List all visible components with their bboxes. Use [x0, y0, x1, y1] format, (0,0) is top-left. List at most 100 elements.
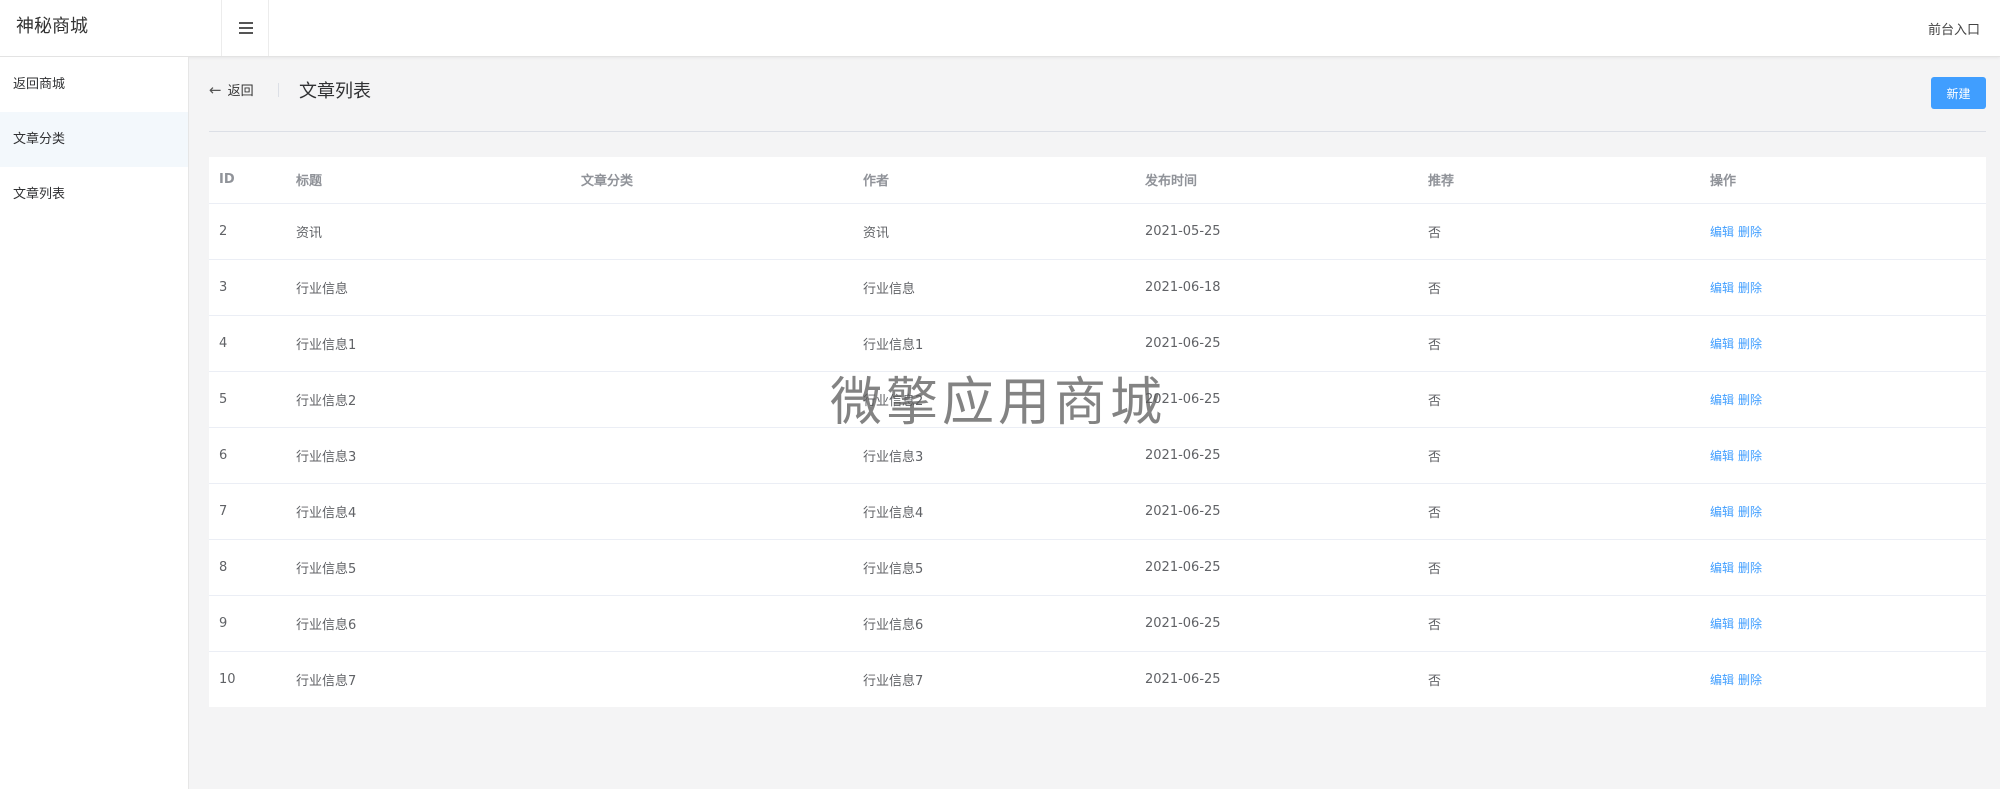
cell-actions: 编辑 删除 — [1700, 315, 1986, 372]
delete-link[interactable]: 删除 — [1738, 281, 1762, 295]
sidebar-item-article-list[interactable]: 文章列表 — [0, 167, 188, 222]
menu-toggle-button[interactable] — [223, 0, 269, 56]
cell-author: 资讯 — [853, 203, 1135, 260]
new-button[interactable]: 新建 — [1931, 77, 1986, 109]
cell-date: 2021-06-25 — [1135, 483, 1418, 540]
table-row: 6 行业信息3 行业信息3 2021-06-25 否 编辑 删除 — [209, 427, 1986, 484]
edit-link[interactable]: 编辑 — [1710, 505, 1734, 519]
cell-recommend: 否 — [1418, 371, 1700, 428]
cell-date: 2021-06-25 — [1135, 315, 1418, 372]
cell-date: 2021-05-25 — [1135, 203, 1418, 260]
cell-actions: 编辑 删除 — [1700, 427, 1986, 484]
edit-link[interactable]: 编辑 — [1710, 337, 1734, 351]
cell-category — [571, 483, 853, 540]
cell-id: 3 — [209, 259, 286, 316]
cell-recommend: 否 — [1418, 203, 1700, 260]
article-table: ID 标题 文章分类 作者 发布时间 推荐 操作 2 资讯 资讯 2021-05… — [209, 157, 1986, 707]
table-row: 8 行业信息5 行业信息5 2021-06-25 否 编辑 删除 — [209, 539, 1986, 596]
delete-link[interactable]: 删除 — [1738, 505, 1762, 519]
cell-date: 2021-06-25 — [1135, 539, 1418, 596]
page-title: 文章列表 — [299, 81, 371, 102]
edit-link[interactable]: 编辑 — [1710, 281, 1734, 295]
cell-author: 行业信息3 — [853, 427, 1135, 484]
column-header-id: ID — [209, 157, 286, 204]
edit-link[interactable]: 编辑 — [1710, 561, 1734, 575]
cell-recommend: 否 — [1418, 539, 1700, 596]
table-row: 10 行业信息7 行业信息7 2021-06-25 否 编辑 删除 — [209, 651, 1986, 707]
delete-link[interactable]: 删除 — [1738, 561, 1762, 575]
delete-link[interactable]: 删除 — [1738, 225, 1762, 239]
sidebar-item-back-to-mall[interactable]: 返回商城 — [0, 57, 188, 112]
delete-link[interactable]: 删除 — [1738, 617, 1762, 631]
column-header-author: 作者 — [853, 157, 1135, 204]
cell-id: 2 — [209, 203, 286, 260]
main-content: ← 返回 文章列表 新建 ID 标题 文章分类 作者 发布时间 推荐 操作 2 … — [209, 57, 1986, 707]
column-header-category: 文章分类 — [571, 157, 853, 204]
cell-category — [571, 315, 853, 372]
cell-recommend: 否 — [1428, 673, 1442, 689]
cell-id: 10 — [219, 671, 236, 687]
table-row: 4 行业信息1 行业信息1 2021-06-25 否 编辑 删除 — [209, 315, 1986, 372]
cell-title: 行业信息3 — [286, 427, 571, 484]
cell-recommend: 否 — [1418, 483, 1700, 540]
cell-author: 行业信息1 — [853, 315, 1135, 372]
cell-id: 6 — [209, 427, 286, 484]
header-divider — [278, 83, 279, 97]
cell-recommend: 否 — [1418, 259, 1700, 316]
edit-link[interactable]: 编辑 — [1710, 673, 1734, 687]
cell-author: 行业信息5 — [853, 539, 1135, 596]
sidebar: 返回商城 文章分类 文章列表 — [0, 57, 189, 789]
cell-author: 行业信息6 — [853, 595, 1135, 652]
cell-actions: 编辑 删除 — [1700, 371, 1986, 428]
delete-link[interactable]: 删除 — [1738, 393, 1762, 407]
table-row: 2 资讯 资讯 2021-05-25 否 编辑 删除 — [209, 203, 1986, 260]
delete-link[interactable]: 删除 — [1738, 673, 1762, 687]
column-header-date: 发布时间 — [1135, 157, 1418, 204]
delete-link[interactable]: 删除 — [1738, 449, 1762, 463]
edit-link[interactable]: 编辑 — [1710, 393, 1734, 407]
table-row: 9 行业信息6 行业信息6 2021-06-25 否 编辑 删除 — [209, 595, 1986, 652]
cell-author: 行业信息2 — [853, 371, 1135, 428]
delete-link[interactable]: 删除 — [1738, 337, 1762, 351]
cell-title: 行业信息6 — [286, 595, 571, 652]
cell-title: 行业信息7 — [296, 673, 357, 689]
cell-title: 资讯 — [286, 203, 571, 260]
hamburger-icon — [239, 22, 253, 24]
table-row: 5 行业信息2 行业信息2 2021-06-25 否 编辑 删除 — [209, 371, 1986, 428]
cell-category — [571, 651, 853, 707]
cell-actions: 编辑 删除 — [1700, 595, 1986, 652]
cell-title: 行业信息2 — [286, 371, 571, 428]
column-header-actions: 操作 — [1700, 157, 1986, 204]
cell-date: 2021-06-25 — [1135, 371, 1418, 428]
cell-category — [571, 371, 853, 428]
column-header-recommend: 推荐 — [1418, 157, 1700, 204]
top-bar: 神秘商城 前台入口 — [0, 0, 2000, 57]
cell-author: 行业信息 — [853, 259, 1135, 316]
cell-author: 行业信息7 — [863, 673, 924, 689]
cell-id: 8 — [209, 539, 286, 596]
table-header-row: ID 标题 文章分类 作者 发布时间 推荐 操作 — [209, 157, 1986, 204]
cell-recommend: 否 — [1418, 595, 1700, 652]
cell-id: 5 — [209, 371, 286, 428]
back-label: 返回 — [227, 84, 254, 99]
cell-title: 行业信息5 — [286, 539, 571, 596]
edit-link[interactable]: 编辑 — [1710, 449, 1734, 463]
cell-actions: 编辑 删除 — [1700, 651, 1986, 707]
arrow-left-icon: ← — [209, 81, 222, 99]
back-button[interactable]: ← 返回 — [209, 80, 254, 99]
cell-recommend: 否 — [1418, 427, 1700, 484]
cell-id: 9 — [209, 595, 286, 652]
edit-link[interactable]: 编辑 — [1710, 617, 1734, 631]
cell-id: 7 — [209, 483, 286, 540]
cell-actions: 编辑 删除 — [1700, 539, 1986, 596]
cell-title: 行业信息4 — [286, 483, 571, 540]
brand-title: 神秘商城 — [0, 0, 222, 56]
cell-title: 行业信息1 — [286, 315, 571, 372]
table-row: 7 行业信息4 行业信息4 2021-06-25 否 编辑 删除 — [209, 483, 1986, 540]
front-entry-link[interactable]: 前台入口 — [1928, 19, 1980, 38]
edit-link[interactable]: 编辑 — [1710, 225, 1734, 239]
cell-date: 2021-06-18 — [1135, 259, 1418, 316]
sidebar-item-article-category[interactable]: 文章分类 — [0, 112, 188, 167]
cell-id: 4 — [209, 315, 286, 372]
cell-actions: 编辑 删除 — [1700, 259, 1986, 316]
